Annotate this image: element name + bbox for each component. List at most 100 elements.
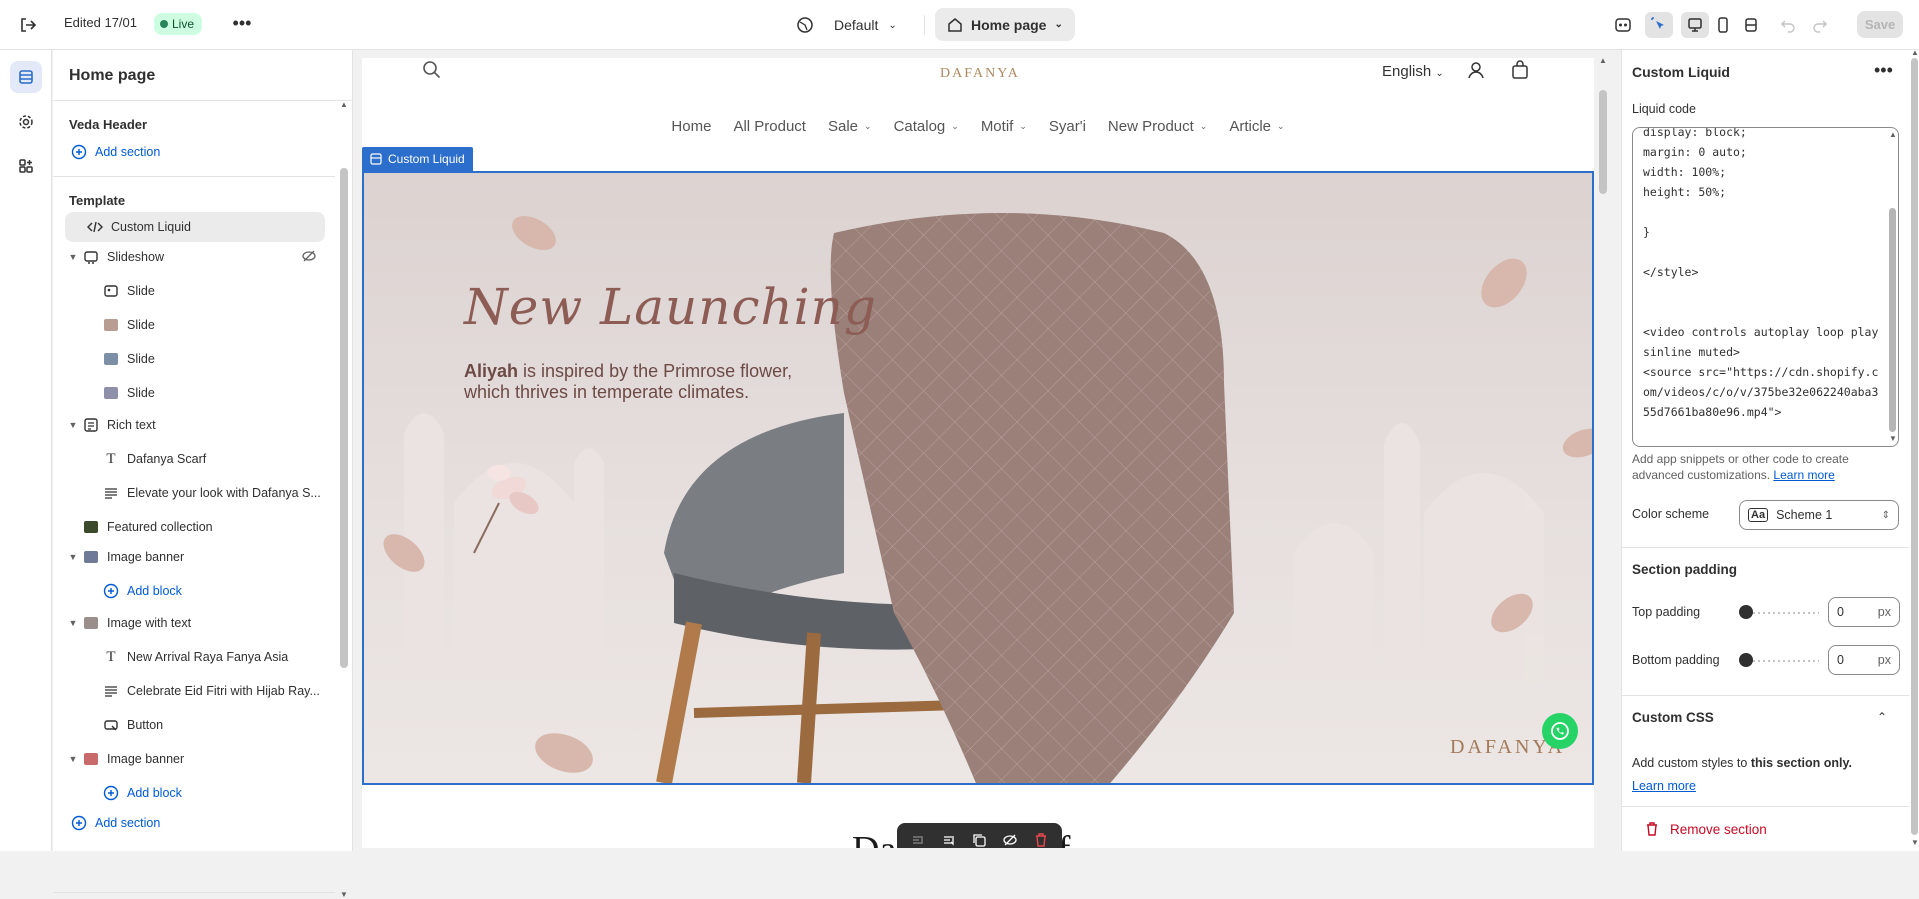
sidebar-item-image-banner[interactable]: ▼ Image banner — [65, 744, 185, 774]
sidebar-scrollbar[interactable]: ▲ ▼ — [340, 100, 348, 899]
more-actions-button[interactable]: ••• — [230, 13, 254, 37]
scroll-up-arrow-icon[interactable]: ▲ — [1889, 130, 1897, 139]
sidebar-item-heading-block[interactable]: T Dafanya Scarf — [101, 444, 206, 474]
settings-gear-icon[interactable] — [10, 106, 42, 138]
mobile-view-icon[interactable] — [1709, 12, 1737, 38]
learn-more-link[interactable]: Learn more — [1773, 468, 1834, 482]
sidebar-item-slideshow[interactable]: ▼ Slideshow — [65, 242, 325, 272]
css-learn-more-link[interactable]: Learn more — [1632, 779, 1696, 793]
desktop-view-icon[interactable] — [1681, 12, 1709, 38]
scrollbar-thumb[interactable] — [1889, 208, 1896, 432]
sidebar-item-heading-block[interactable]: T New Arrival Raya Fanya Asia — [101, 642, 288, 672]
chevron-down-icon[interactable]: ▼ — [65, 552, 81, 562]
sidebar-item-featured-collection[interactable]: Featured collection — [81, 512, 213, 542]
chevron-down-icon[interactable]: ▼ — [65, 754, 81, 764]
liquid-code-text[interactable]: display: block; margin: 0 auto; width: 1… — [1643, 128, 1881, 422]
custom-css-heading[interactable]: Custom CSS — [1632, 710, 1714, 725]
menu-item-all-product[interactable]: All Product — [733, 118, 806, 135]
color-scheme-select[interactable]: Aa Scheme 1 ⇕ — [1739, 500, 1899, 530]
sidebar-item-custom-liquid[interactable]: Custom Liquid — [65, 212, 325, 242]
liquid-code-editor[interactable]: display: block; margin: 0 auto; width: 1… — [1632, 127, 1899, 447]
scroll-up-arrow-icon[interactable]: ▲ — [1599, 56, 1607, 65]
store-logo[interactable]: DAFANYA — [940, 66, 1020, 82]
css-text: Add custom styles to — [1632, 756, 1751, 770]
more-actions-button[interactable]: ••• — [1874, 60, 1893, 81]
sidebar-item-label: Rich text — [107, 418, 156, 432]
sidebar-item-button-block[interactable]: Button — [101, 710, 163, 740]
sidebar-item-slide[interactable]: Slide — [101, 310, 155, 340]
move-down-icon[interactable] — [941, 832, 957, 849]
duplicate-icon[interactable] — [971, 832, 987, 849]
menu-item-motif[interactable]: Motif ⌄ — [981, 118, 1027, 135]
sections-icon[interactable] — [10, 61, 42, 93]
language-selector[interactable]: English ⌄ — [1382, 63, 1444, 80]
code-scrollbar[interactable]: ▲ ▼ — [1888, 130, 1897, 446]
scroll-up-arrow-icon[interactable]: ▲ — [340, 100, 348, 109]
sidebar-item-text-block[interactable]: Elevate your look with Dafanya S... — [101, 478, 321, 508]
menu-item-new-product[interactable]: New Product ⌄ — [1108, 118, 1207, 135]
chevron-down-icon[interactable]: ▼ — [65, 420, 81, 430]
menu-item-sale[interactable]: Sale ⌄ — [828, 118, 872, 135]
chevron-up-icon[interactable]: ⌃ — [1877, 710, 1887, 724]
sidebar-item-rich-text[interactable]: ▼ Rich text — [65, 410, 156, 440]
slider-knob[interactable] — [1739, 653, 1753, 667]
top-padding-slider[interactable] — [1739, 605, 1819, 619]
bottom-padding-value[interactable]: 0 — [1837, 653, 1844, 667]
sidebar-item-text-block[interactable]: Celebrate Eid Fitri with Hijab Ray... — [101, 676, 320, 706]
scrollbar-thumb[interactable] — [1911, 58, 1918, 835]
bottom-padding-input[interactable]: 0 px — [1828, 645, 1900, 675]
add-section-header-button[interactable]: Add section — [69, 137, 160, 167]
undo-icon[interactable] — [1774, 12, 1802, 38]
scroll-down-arrow-icon[interactable]: ▼ — [340, 890, 348, 899]
preview-inspector-icon[interactable] — [1609, 12, 1637, 38]
cart-icon[interactable] — [1510, 60, 1530, 83]
add-block-button[interactable]: Add block — [101, 576, 182, 606]
sidebar-item-slide[interactable]: Slide — [101, 276, 155, 306]
add-block-button[interactable]: Add block — [101, 778, 182, 808]
top-padding-value[interactable]: 0 — [1837, 605, 1844, 619]
sidebar-item-slide[interactable]: Slide — [101, 378, 155, 408]
sidebar-item-slide[interactable]: Slide — [101, 344, 155, 374]
scrollbar-thumb[interactable] — [1599, 90, 1607, 194]
selected-section-label[interactable]: Custom Liquid — [362, 147, 473, 171]
page-selector[interactable]: Home page ⌄ — [935, 8, 1075, 41]
search-icon[interactable] — [422, 60, 442, 83]
scroll-up-arrow-icon[interactable]: ▲ — [1911, 48, 1919, 57]
menu-item-catalog[interactable]: Catalog ⌄ — [894, 118, 959, 135]
chevron-down-icon[interactable]: ▼ — [65, 252, 81, 262]
menu-label: Motif — [980, 118, 1014, 135]
delete-trash-icon[interactable] — [1033, 832, 1049, 849]
preview-scrollbar[interactable]: ▲ — [1599, 56, 1607, 848]
slider-knob[interactable] — [1739, 605, 1753, 619]
menu-item-syari[interactable]: Syar'i — [1049, 118, 1086, 135]
remove-section-button[interactable]: Remove section — [1622, 806, 1909, 851]
sidebar-item-image-banner[interactable]: ▼ Image banner — [65, 542, 185, 572]
fullscreen-icon[interactable] — [1737, 12, 1765, 38]
apps-icon[interactable] — [10, 150, 42, 182]
unit-label: px — [1877, 653, 1891, 667]
top-padding-input[interactable]: 0 px — [1828, 597, 1900, 627]
theme-selector[interactable]: Default ⌄ — [796, 13, 897, 37]
select-cursor-icon[interactable] — [1645, 12, 1673, 38]
exit-icon[interactable] — [17, 14, 39, 36]
bottom-padding-slider[interactable] — [1739, 653, 1819, 667]
add-section-template-button[interactable]: Add section — [69, 808, 160, 838]
move-up-icon[interactable] — [910, 832, 926, 849]
hidden-eye-icon[interactable] — [301, 248, 317, 267]
redo-icon[interactable] — [1806, 12, 1834, 38]
chevron-down-icon[interactable]: ▼ — [65, 618, 81, 628]
hide-eye-icon[interactable] — [1002, 832, 1018, 849]
live-badge: Live — [154, 13, 203, 35]
sidebar-item-image-with-text[interactable]: ▼ Image with text — [65, 608, 192, 638]
scroll-down-arrow-icon[interactable]: ▼ — [1911, 838, 1919, 847]
whatsapp-icon[interactable] — [1542, 713, 1578, 749]
save-button[interactable]: Save — [1857, 11, 1903, 38]
account-icon[interactable] — [1466, 60, 1486, 83]
slide-thumbnail — [101, 315, 121, 335]
settings-scrollbar[interactable]: ▲ ▼ — [1909, 48, 1919, 851]
hero-video[interactable]: New Launching Aliyah is inspired by the … — [362, 171, 1594, 785]
menu-item-home[interactable]: Home — [671, 118, 711, 135]
menu-item-article[interactable]: Article ⌄ — [1229, 118, 1284, 135]
scrollbar-thumb[interactable] — [340, 168, 348, 668]
scroll-down-arrow-icon[interactable]: ▼ — [1889, 434, 1897, 443]
